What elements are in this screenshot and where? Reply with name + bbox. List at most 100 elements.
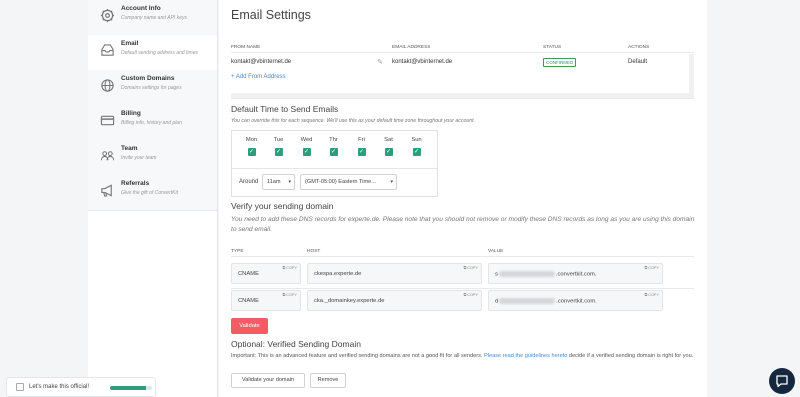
checkbox-checked-icon[interactable]: ✓ [384, 148, 393, 156]
column-header-type: TYPE [231, 249, 244, 254]
globe-icon [101, 79, 114, 92]
from-name-cell: kontakt@vbinternet.de [231, 59, 292, 65]
notice-text: Important: This is an advanced feature a… [231, 353, 485, 359]
default-action-link[interactable]: Default [628, 59, 647, 65]
onboarding-progress-fill [110, 386, 146, 390]
dns-value-suffix: .convertkit.com. [556, 298, 597, 305]
copy-button[interactable]: ⧉ COPY [282, 293, 297, 297]
column-header-status: STATUS [543, 45, 562, 50]
column-header-host: HOST [307, 249, 321, 254]
copy-label: COPY [467, 293, 478, 297]
copy-button[interactable]: ⧉ COPY [463, 293, 478, 297]
vertical-scrollbar[interactable] [689, 54, 694, 98]
edit-pencil-icon[interactable]: ✎ [377, 58, 383, 66]
column-header-email-address: EMAIL ADDRESS [392, 45, 431, 50]
validate-button[interactable]: Validate [231, 318, 268, 334]
checkbox-checked-icon[interactable]: ✓ [357, 148, 366, 156]
timezone-select[interactable]: (GMT-05:00) Eastern Time... ▾ [300, 174, 397, 190]
email-settings-panel: Email Settings FROM NAME EMAIL ADDRESS S… [219, 0, 707, 397]
sidebar-item-subtitle: Company name and API keys [121, 15, 187, 21]
copy-button[interactable]: ⧉ COPY [644, 293, 659, 297]
optional-domain-title: Optional: Verified Sending Domain [231, 339, 361, 349]
sidebar-item-referrals[interactable]: Referrals Give the gift of ConvertKit [88, 175, 217, 211]
checklist-icon [16, 383, 24, 391]
chevron-down-icon: ▾ [390, 179, 393, 185]
day-sun[interactable]: Sun ✓ [403, 137, 430, 156]
checkbox-checked-icon[interactable]: ✓ [247, 148, 256, 156]
dns-value-cell: s .convertkit.com. ⧉ COPY [488, 263, 663, 284]
day-label: Mon [245, 137, 258, 143]
dns-host-value: ckespa.experte.de [314, 271, 362, 277]
sidebar-item-subtitle: Domains settings for pages [121, 85, 182, 91]
sidebar-item-account-info[interactable]: Account Info Company name and API keys [88, 0, 217, 36]
dns-value-prefix: s [495, 271, 498, 278]
copy-label: COPY [648, 293, 659, 297]
chat-launcher-button[interactable] [769, 368, 795, 394]
sidebar-item-team[interactable]: Team Invite your team [88, 140, 217, 176]
inbox-icon [101, 44, 114, 56]
copy-label: COPY [648, 266, 659, 270]
day-label: Tue [273, 137, 284, 143]
copy-label: COPY [467, 266, 478, 270]
status-badge: CONFIRMED [543, 58, 577, 67]
checkbox-checked-icon[interactable]: ✓ [412, 148, 421, 156]
day-thr[interactable]: Thr ✓ [320, 137, 347, 156]
verify-domain-title: Verify your sending domain [231, 201, 334, 211]
day-fri[interactable]: Fri ✓ [348, 137, 375, 156]
copy-button[interactable]: ⧉ COPY [282, 266, 297, 270]
day-wed[interactable]: Wed ✓ [293, 137, 320, 156]
day-sat[interactable]: Sat ✓ [375, 137, 402, 156]
sidebar-item-title: Billing [121, 110, 141, 117]
day-label: Fri [358, 137, 365, 143]
day-label: Thr [329, 137, 338, 143]
validate-your-domain-button[interactable]: Validate your domain [231, 373, 305, 388]
timezone-value: (GMT-05:00) Eastern Time... [305, 179, 376, 185]
dns-host-cell: cka._domainkey.experte.de ⧉ COPY [307, 290, 482, 311]
sidebar-item-title: Custom Domains [121, 75, 175, 82]
header-divider [231, 52, 694, 53]
column-header-value: VALUE [488, 249, 504, 254]
horizontal-scrollbar[interactable] [231, 93, 694, 98]
optional-domain-notice: Important: This is an advanced feature a… [231, 352, 701, 361]
day-label: Wed [300, 137, 313, 143]
send-days-box: Mon ✓ Tue ✓ Wed ✓ Thr ✓ Fri ✓ Sat ✓ Sun ✓ Aroun… [231, 130, 438, 197]
around-label: Around [239, 179, 259, 185]
hour-select[interactable]: 11am ▾ [262, 174, 295, 190]
dns-value-suffix: .convertkit.com. [555, 271, 597, 278]
days-row: Mon ✓ Tue ✓ Wed ✓ Thr ✓ Fri ✓ Sat ✓ Sun ✓ [232, 137, 437, 159]
day-tue[interactable]: Tue ✓ [265, 137, 292, 156]
copy-button[interactable]: ⧉ COPY [644, 266, 659, 270]
onboarding-progress-widget[interactable]: Let's make this official! [6, 377, 156, 397]
chat-bubble-icon [776, 375, 788, 388]
page-title: Email Settings [231, 8, 311, 22]
chevron-down-icon: ▾ [288, 179, 291, 185]
checkbox-checked-icon[interactable]: ✓ [329, 148, 338, 156]
add-from-address-link[interactable]: + Add From Address [231, 74, 286, 80]
hour-value: 11am [267, 179, 281, 185]
sidebar-item-billing[interactable]: Billing Billing info, history and plan [88, 105, 217, 141]
sidebar-item-custom-domains[interactable]: Custom Domains Domains settings for page… [88, 70, 217, 106]
checkbox-checked-icon[interactable]: ✓ [274, 148, 283, 156]
send-time-title: Default Time to Send Emails [231, 104, 339, 114]
guidelines-link[interactable]: Please read the guidelines hereto [484, 353, 567, 359]
megaphone-icon [101, 184, 112, 197]
remove-button[interactable]: Remove [310, 373, 346, 388]
sidebar-item-email[interactable]: Email Default sending address and times [88, 35, 217, 71]
credit-card-icon [100, 115, 115, 126]
settings-sidebar: Account Info Company name and API keys E… [88, 0, 218, 397]
dns-value-prefix: d [495, 298, 499, 305]
sidebar-item-title: Email [121, 40, 139, 47]
from-email-cell: kontakt@vbinternet.de [392, 59, 453, 65]
sidebar-item-subtitle: Give the gift of ConvertKit [121, 190, 178, 196]
column-header-from-name: FROM NAME [231, 45, 261, 50]
onboarding-progress-bar [110, 386, 152, 390]
redacted-blur [499, 298, 556, 304]
dns-row-divider [231, 288, 694, 289]
onboarding-label: Let's make this official! [29, 384, 90, 390]
checkbox-checked-icon[interactable]: ✓ [302, 148, 311, 156]
copy-label: COPY [286, 293, 297, 297]
column-header-actions: ACTIONS [628, 45, 650, 50]
copy-button[interactable]: ⧉ COPY [463, 266, 478, 270]
dns-value-cell: d .convertkit.com. ⧉ COPY [488, 290, 663, 311]
day-mon[interactable]: Mon ✓ [238, 137, 265, 156]
